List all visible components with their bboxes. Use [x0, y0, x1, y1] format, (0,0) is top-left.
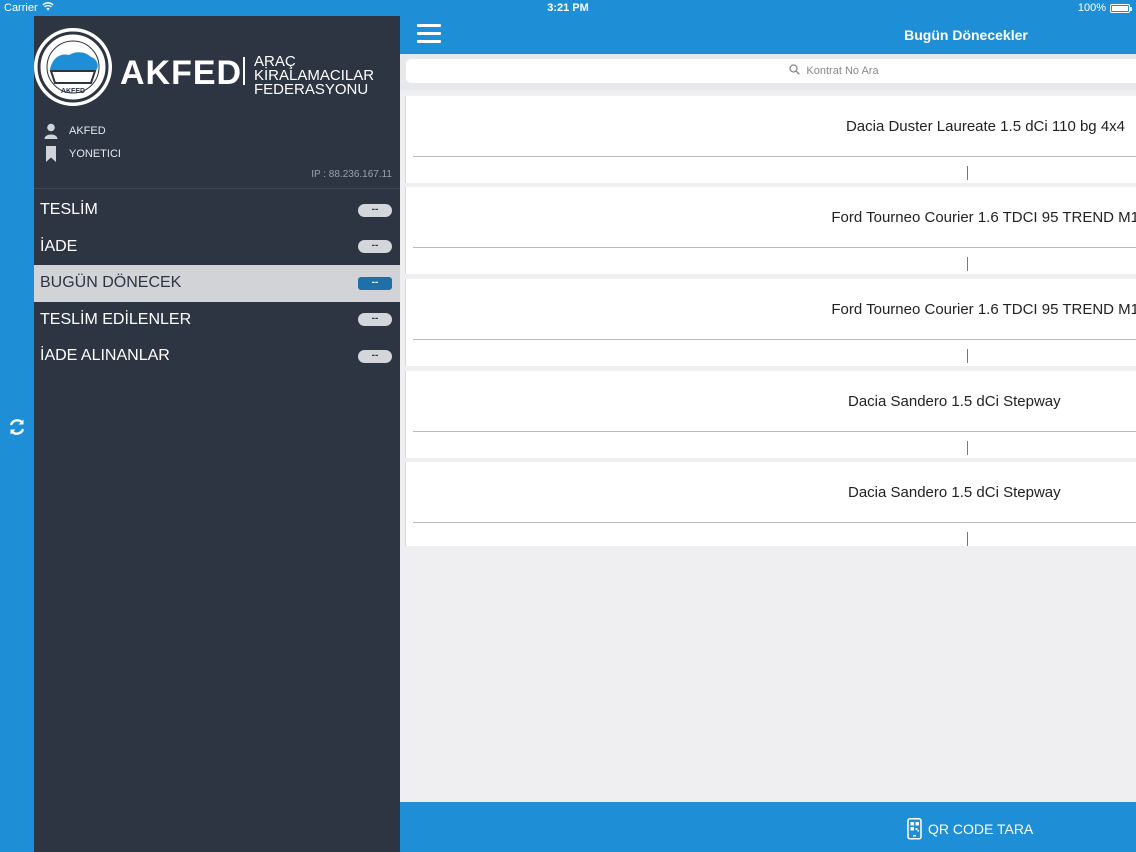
car-model: Dacia Duster Laureate 1.5 dCi 110 bg 4x4 [845, 118, 1125, 135]
user-role: YONETICI [69, 148, 121, 160]
user-role-row: YONETICI [44, 145, 121, 163]
user-name: AKFED [69, 125, 106, 137]
sidebar-item-label: İADE [40, 237, 78, 255]
search-bar: Kontrat No Ara [400, 54, 1136, 90]
qr-scan-button[interactable]: QR CODE TARA [906, 818, 1033, 840]
clock: 3:21 PM [547, 2, 589, 14]
card-separator [967, 349, 968, 363]
list-item[interactable]: Dacia Duster Laureate 1.5 dCi 110 bg 4x4 [405, 96, 1136, 183]
card-divider [413, 431, 1136, 432]
sidebar-item-label: İADE ALINANLAR [40, 347, 170, 365]
list-item[interactable]: Ford Tourneo Courier 1.6 TDCI 95 TREND M… [405, 279, 1136, 366]
sidebar-menu: TESLİM -- İADE -- BUGÜN DÖNECEK -- TESLİ… [34, 192, 400, 375]
bottom-bar: QR CODE TARA [400, 802, 1136, 852]
card-divider [413, 156, 1136, 157]
bookmark-icon [44, 146, 58, 162]
card-separator [967, 532, 968, 546]
status-bar: Carrier 3:21 PM 100% [0, 0, 1136, 16]
sidebar: AKFED AKFED ARAÇ KİRALAMACILAR FEDERASYO… [34, 16, 400, 852]
sidebar-item-label: BUGÜN DÖNECEK [40, 274, 182, 292]
sidebar-divider [34, 188, 400, 189]
count-badge: -- [358, 203, 392, 217]
sidebar-item-iade-alinanlar[interactable]: İADE ALINANLAR -- [34, 338, 400, 375]
left-rail [0, 16, 34, 852]
brand-name: AKFED [120, 54, 243, 92]
list-item[interactable]: Dacia Sandero 1.5 dCi Stepway [405, 371, 1136, 458]
car-model: Ford Tourneo Courier 1.6 TDCI 95 TREND M… [831, 209, 1136, 226]
search-placeholder: Kontrat No Ara [806, 65, 879, 77]
car-model: Ford Tourneo Courier 1.6 TDCI 95 TREND M… [831, 301, 1136, 318]
brand-subtitle: ARAÇ KİRALAMACILAR FEDERASYONU [254, 53, 400, 98]
logo: AKFED AKFED ARAÇ KİRALAMACILAR FEDERASYO… [34, 26, 400, 116]
sidebar-item-bugun-donecek[interactable]: BUGÜN DÖNECEK -- [34, 265, 400, 302]
card-separator [967, 257, 968, 271]
sidebar-item-label: TESLİM [40, 201, 98, 219]
brand-subtitle-line2: FEDERASYONU [254, 81, 369, 98]
count-badge: -- [358, 313, 392, 327]
top-bar: Bugün Dönecekler [400, 16, 1136, 54]
count-badge: -- [358, 240, 392, 254]
card-divider [413, 339, 1136, 340]
sidebar-item-teslim[interactable]: TESLİM -- [34, 192, 400, 229]
page-title: Bugün Dönecekler [904, 27, 1028, 43]
sidebar-item-iade[interactable]: İADE -- [34, 229, 400, 266]
emblem-text: AKFED [61, 88, 85, 95]
search-icon [789, 64, 801, 78]
hamburger-menu-icon[interactable] [417, 24, 441, 44]
brand-divider [243, 57, 245, 85]
qr-button-label: QR CODE TARA [928, 821, 1034, 837]
count-badge: -- [358, 349, 392, 363]
card-divider [413, 522, 1136, 523]
battery-indicator: 100% [1077, 2, 1132, 14]
emblem-icon: AKFED [34, 28, 112, 106]
card-separator [967, 166, 968, 180]
refresh-icon[interactable] [6, 416, 28, 438]
battery-percent: 100% [1077, 2, 1106, 14]
sidebar-item-label: TESLİM EDİLENLER [40, 310, 192, 328]
person-icon [44, 123, 58, 139]
card-separator [967, 441, 968, 455]
list-item[interactable]: Ford Tourneo Courier 1.6 TDCI 95 TREND M… [405, 187, 1136, 274]
user-name-row: AKFED [44, 122, 106, 140]
count-badge: -- [358, 276, 392, 290]
list-item[interactable]: Dacia Sandero 1.5 dCi Stepway [405, 462, 1136, 546]
card-divider [413, 247, 1136, 248]
brand-subtitle-line1: ARAÇ KİRALAMACILAR [254, 53, 375, 84]
search-input[interactable]: Kontrat No Ara [406, 59, 1136, 83]
battery-icon [1110, 3, 1132, 13]
car-model: Dacia Sandero 1.5 dCi Stepway [848, 393, 1061, 410]
car-model: Dacia Sandero 1.5 dCi Stepway [848, 484, 1061, 501]
ip-address: IP : 88.236.167.11 [311, 169, 392, 180]
qr-phone-icon [906, 818, 924, 840]
sidebar-item-teslim-edilenler[interactable]: TESLİM EDİLENLER -- [34, 302, 400, 339]
main-panel: Bugün Dönecekler Kontrat No Ara Dacia Du… [400, 16, 1136, 852]
